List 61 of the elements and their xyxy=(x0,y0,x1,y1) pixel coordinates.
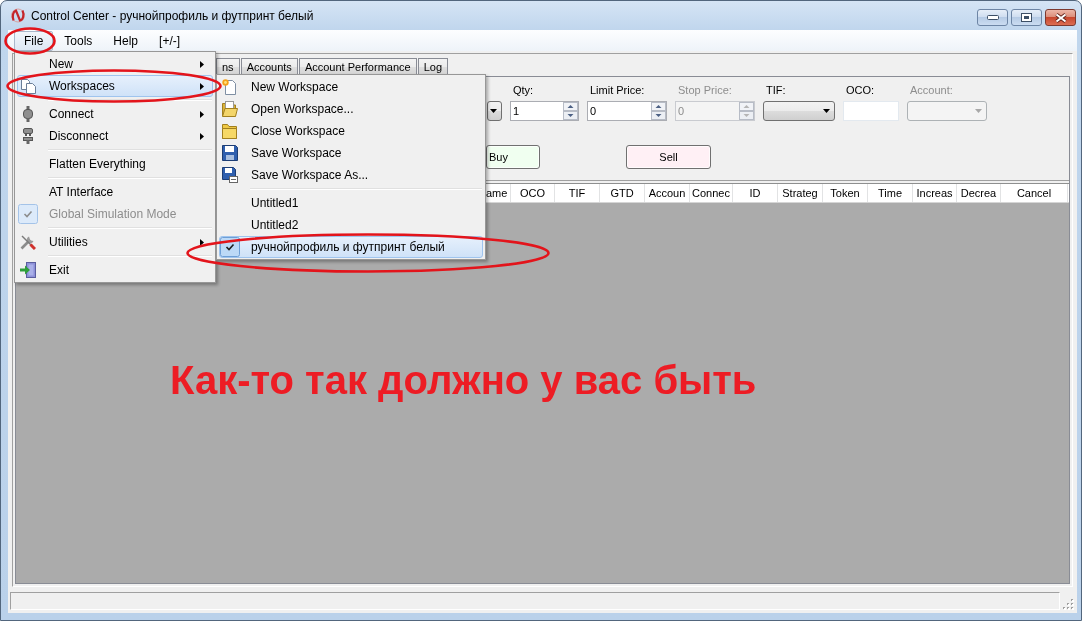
minimize-button[interactable] xyxy=(977,9,1008,26)
plug-icon xyxy=(23,106,33,122)
menu-item[interactable]: Close Workspace xyxy=(219,120,483,142)
window-title: Control Center - ручнойпрофиль и футпринт белый xyxy=(31,8,314,23)
menu-item[interactable]: Untitled2 xyxy=(219,214,483,236)
column-header[interactable]: Accoun xyxy=(645,184,690,202)
field-label: Stop Price: xyxy=(677,83,733,97)
maximize-icon xyxy=(1021,13,1032,22)
order-button[interactable]: Sell xyxy=(626,145,711,169)
menu-item[interactable]: Save Workspace xyxy=(219,142,483,164)
field-label: OCO: xyxy=(845,83,876,97)
unplugged-plug-icon xyxy=(23,128,33,144)
open-folder-icon xyxy=(222,101,238,117)
pages-icon xyxy=(20,78,36,94)
field-label: Limit Price: xyxy=(589,83,646,97)
swirl-logo-icon xyxy=(10,8,26,23)
close-icon xyxy=(1054,12,1067,23)
annotation-ellipse xyxy=(4,27,56,55)
field-label: TIF: xyxy=(765,83,787,97)
text-field[interactable] xyxy=(843,101,899,121)
field-label: Qty: xyxy=(512,83,535,97)
menu-item[interactable]: Disconnect xyxy=(17,125,213,147)
dropdown-arrow-icon xyxy=(823,109,830,113)
number-field[interactable]: 1 xyxy=(510,101,579,121)
menu-item[interactable]: Flatten Everything xyxy=(17,153,213,175)
close-button[interactable] xyxy=(1045,9,1076,26)
minimize-icon xyxy=(986,15,999,20)
menu-bar-item[interactable]: Help xyxy=(103,30,149,51)
order-button[interactable]: Buy xyxy=(486,145,540,169)
field-label: Account: xyxy=(909,83,954,97)
menu-item[interactable]: Save Workspace As... xyxy=(219,164,483,186)
dropdown-arrow-icon xyxy=(975,109,982,113)
tools-icon xyxy=(20,234,36,250)
dropdown-field[interactable] xyxy=(763,101,835,121)
dropdown-arrow-icon xyxy=(490,109,497,113)
menu-bar-item[interactable]: [+/-] xyxy=(149,30,191,51)
menu-item[interactable]: ручнойпрофиль и футпринт белый xyxy=(219,236,483,258)
exit-door-icon xyxy=(20,262,36,278)
annotation-text: Как-то так должно у вас быть xyxy=(170,357,757,403)
menu-bar-item[interactable]: Tools xyxy=(54,30,103,51)
menu-item[interactable]: Utilities xyxy=(17,231,213,253)
dropdown-field[interactable] xyxy=(487,101,502,121)
menu-item[interactable]: New Workspace xyxy=(219,76,483,98)
menu-item[interactable]: Connect xyxy=(17,103,213,125)
maximize-button[interactable] xyxy=(1011,9,1042,26)
menu-item[interactable]: Workspaces xyxy=(17,75,213,97)
number-field[interactable]: 0 xyxy=(587,101,667,121)
column-header[interactable]: Connec xyxy=(690,184,733,202)
folder-icon xyxy=(222,123,238,139)
column-header[interactable]: ame xyxy=(486,184,511,202)
floppy-disk-document-icon xyxy=(222,167,238,183)
menu-bar-item[interactable]: File xyxy=(14,30,54,51)
menu-item[interactable]: AT Interface xyxy=(17,181,213,203)
menu-item[interactable]: New xyxy=(17,53,213,75)
menu-item[interactable]: Open Workspace... xyxy=(219,98,483,120)
spin-arrows-icon[interactable] xyxy=(651,102,666,120)
new-document-icon xyxy=(222,79,238,95)
menu-item[interactable]: Exit xyxy=(17,259,213,281)
menu-item[interactable]: Untitled1 xyxy=(219,192,483,214)
resize-grip-icon xyxy=(1063,598,1074,610)
spin-arrows-icon[interactable] xyxy=(563,102,578,120)
